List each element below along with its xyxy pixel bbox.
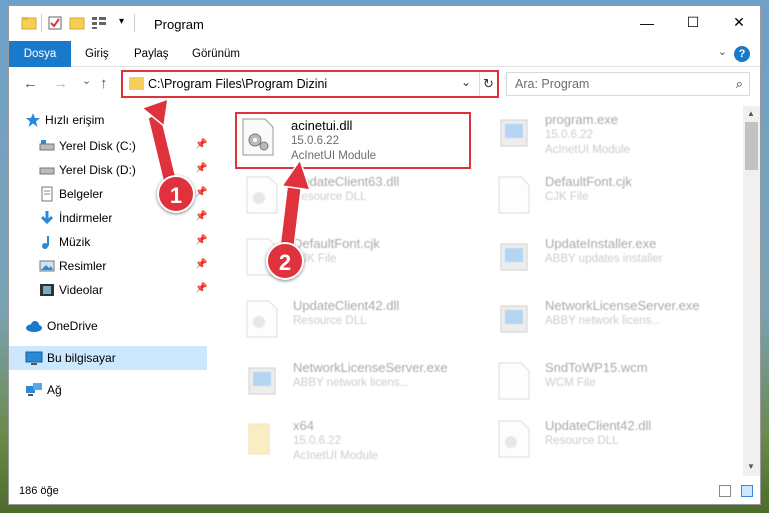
callout-badge-2: 2 — [266, 242, 304, 280]
arrow-2-head — [280, 158, 312, 191]
callout-badge-1: 1 — [157, 175, 195, 213]
arrow-2 — [279, 179, 303, 249]
callout-arrows — [140, 97, 312, 249]
